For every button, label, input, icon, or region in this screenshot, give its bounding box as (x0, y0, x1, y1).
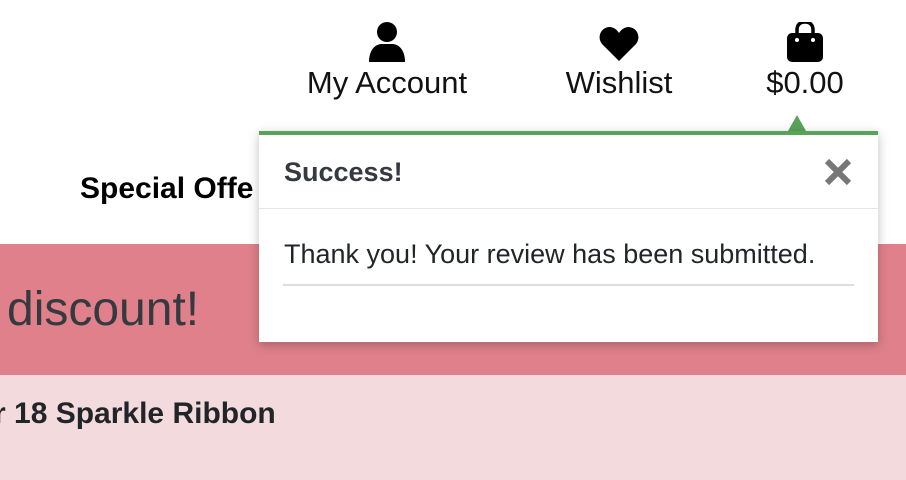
my-account-link[interactable]: My Account (296, 22, 478, 100)
toast-header: Success! (259, 135, 878, 209)
close-icon[interactable] (823, 157, 853, 187)
user-icon (369, 22, 405, 66)
toast-pointer (788, 115, 806, 131)
wishlist-label: Wishlist (565, 65, 673, 100)
toast-body: Thank you! Your review has been submitte… (259, 209, 878, 342)
toast-divider (283, 284, 854, 286)
heart-icon (599, 22, 639, 66)
product-title: r 18 Sparkle Ribbon (0, 397, 276, 430)
product-strip: r 18 Sparkle Ribbon (0, 375, 906, 480)
toast-title: Success! (284, 157, 403, 187)
success-toast: Success! Thank you! Your review has been… (259, 131, 878, 342)
my-account-label: My Account (306, 65, 468, 100)
special-offers-link[interactable]: Special Offe (80, 172, 253, 206)
bag-total: $0.00 (766, 65, 844, 100)
wishlist-link[interactable]: Wishlist (555, 22, 683, 100)
toast-message: Thank you! Your review has been submitte… (284, 239, 816, 269)
shopping-bag-icon (787, 22, 823, 66)
shopping-bag-link[interactable]: $0.00 (755, 22, 855, 100)
banner-text: discount! (7, 283, 200, 336)
